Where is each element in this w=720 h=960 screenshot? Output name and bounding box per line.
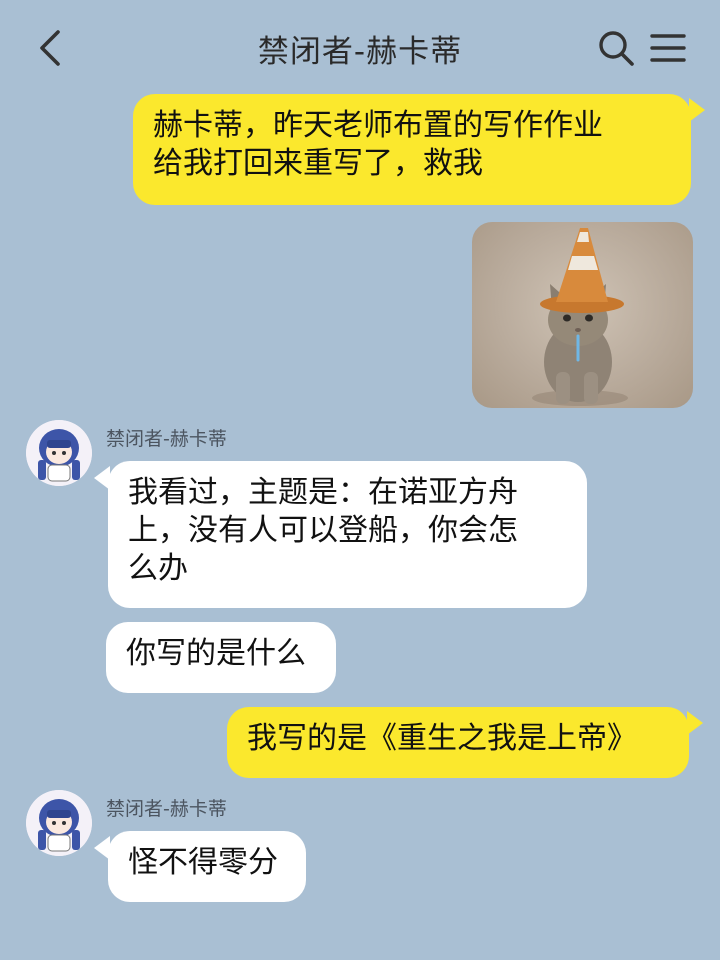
- anime-girl-avatar-icon: [26, 790, 92, 856]
- bubble-tail: [687, 711, 703, 735]
- my-message-bubble[interactable]: 我写的是《重生之我是上帝》: [227, 707, 689, 778]
- their-message-bubble[interactable]: 怪不得零分: [108, 831, 306, 902]
- menu-icon[interactable]: [648, 28, 688, 68]
- avatar[interactable]: [26, 420, 92, 486]
- chat-header: 禁闭者-赫卡蒂: [0, 0, 720, 96]
- bubble-tail: [94, 466, 110, 490]
- sender-name: 禁闭者-赫卡蒂: [106, 428, 227, 450]
- cat-with-cone-hat-image: [532, 228, 628, 406]
- their-message-bubble[interactable]: 你写的是什么: [106, 622, 336, 693]
- bubble-tail: [94, 836, 110, 860]
- bubble-tail: [689, 98, 705, 122]
- sender-name: 禁闭者-赫卡蒂: [106, 798, 227, 820]
- anime-girl-avatar-icon: [26, 420, 92, 486]
- their-message-bubble[interactable]: 我看过，主题是：在诺亚方舟 上，没有人可以登船，你会怎 么办: [108, 461, 587, 608]
- search-icon[interactable]: [596, 28, 636, 68]
- cat-photo-message[interactable]: [472, 222, 693, 408]
- avatar[interactable]: [26, 790, 92, 856]
- my-message-bubble[interactable]: 赫卡蒂，昨天老师布置的写作作业 给我打回来重写了，救我: [133, 94, 691, 205]
